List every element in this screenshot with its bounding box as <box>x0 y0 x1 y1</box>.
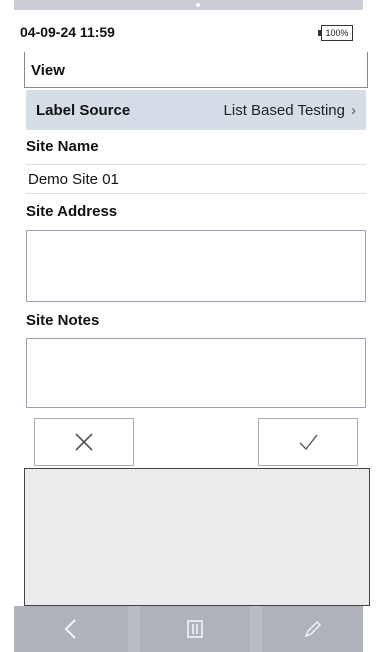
label-source-value: List Based Testing › <box>224 102 356 119</box>
label-source-row[interactable]: Label Source List Based Testing › <box>26 90 366 130</box>
label-source-key: Label Source <box>36 102 131 119</box>
view-title-row: View <box>24 52 368 88</box>
site-notes-field[interactable] <box>26 338 366 408</box>
content-area <box>24 468 370 606</box>
view-title: View <box>31 62 65 79</box>
site-name-field[interactable]: Demo Site 01 <box>26 164 366 194</box>
edit-button[interactable] <box>262 606 363 652</box>
delete-icon <box>187 620 203 638</box>
bottom-nav-bar <box>14 606 363 652</box>
site-name-label: Site Name <box>26 138 99 155</box>
back-button[interactable] <box>14 606 128 652</box>
top-strip <box>14 0 363 10</box>
status-datetime: 04-09-24 11:59 <box>20 24 115 40</box>
label-source-value-text: List Based Testing <box>223 102 345 119</box>
cancel-button[interactable] <box>34 418 134 466</box>
delete-button[interactable] <box>140 606 250 652</box>
back-arrow-icon <box>64 619 76 639</box>
site-notes-label: Site Notes <box>26 312 100 329</box>
site-name-value: Demo Site 01 <box>28 171 119 188</box>
site-address-label: Site Address <box>26 203 118 220</box>
site-address-field[interactable] <box>26 230 366 302</box>
confirm-button[interactable] <box>258 418 358 466</box>
top-indicator-dot <box>196 3 200 7</box>
battery-icon: 100% <box>318 25 353 41</box>
chevron-right-icon: › <box>351 102 356 119</box>
close-icon <box>75 433 93 451</box>
edit-pencil-icon <box>304 621 321 638</box>
check-icon <box>299 434 318 451</box>
status-bar: 04-09-24 11:59 100% <box>14 10 363 48</box>
